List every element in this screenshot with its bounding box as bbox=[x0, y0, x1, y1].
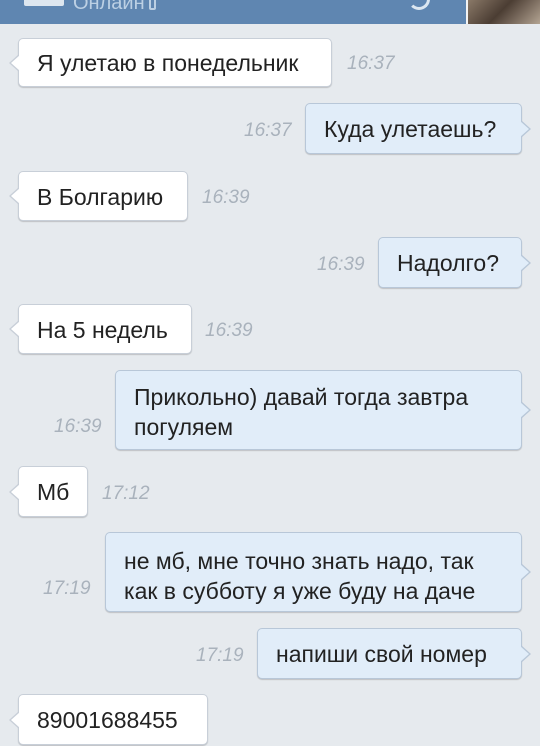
message-time: 16:37 bbox=[244, 120, 292, 141]
message-text: 89001688455 bbox=[37, 707, 178, 733]
message-text: напиши свой номер bbox=[276, 641, 487, 667]
message-bubble-outgoing[interactable]: Куда улетаешь? bbox=[305, 103, 531, 154]
back-button[interactable] bbox=[24, 0, 64, 6]
online-status-label: Онлайн bbox=[73, 0, 145, 14]
message-text: На 5 недель bbox=[37, 317, 168, 343]
message-bubble-incoming[interactable]: В Болгарию bbox=[9, 171, 188, 221]
message-time: 16:39 bbox=[317, 254, 365, 275]
message-time: 17:19 bbox=[43, 578, 91, 599]
message-text: Куда улетаешь? bbox=[324, 116, 497, 142]
message-time: 17:19 bbox=[196, 645, 244, 666]
message-time: 16:39 bbox=[205, 320, 253, 341]
message-time: 16:39 bbox=[54, 416, 102, 437]
message-time: 16:37 bbox=[347, 53, 395, 74]
message-bubble-incoming[interactable]: Мб bbox=[9, 466, 88, 517]
message-text: Мб bbox=[37, 479, 70, 505]
message-bubble-incoming[interactable]: 89001688455 bbox=[9, 694, 208, 745]
refresh-icon[interactable] bbox=[408, 0, 430, 10]
avatar[interactable] bbox=[466, 0, 540, 24]
message-text: В Болгарию bbox=[37, 184, 164, 210]
message-time: 16:39 bbox=[202, 187, 250, 208]
message-bubble-outgoing[interactable]: Прикольно) давай тогда завтра погуляем bbox=[115, 370, 531, 450]
message-bubble-outgoing[interactable]: Надолго? bbox=[378, 237, 531, 288]
online-status: Онлайн bbox=[73, 0, 156, 15]
message-text: Прикольно) давай тогда завтра погуляем bbox=[134, 384, 469, 440]
message-bubble-outgoing[interactable]: не мб, мне точно знать надо, так как в с… bbox=[105, 532, 531, 612]
message-bubble-incoming[interactable]: Я улетаю в понедельник bbox=[9, 38, 332, 87]
phone-icon bbox=[148, 0, 156, 10]
message-text: Я улетаю в понедельник bbox=[37, 50, 299, 76]
message-bubble-outgoing[interactable]: напиши свой номер bbox=[257, 628, 531, 679]
message-bubble-incoming[interactable]: На 5 недель bbox=[9, 304, 192, 354]
chat-header: Онлайн bbox=[0, 0, 540, 24]
message-time: 17:12 bbox=[102, 483, 150, 504]
message-text: Надолго? bbox=[397, 250, 499, 276]
message-text: не мб, мне точно знать надо, так как в с… bbox=[124, 548, 476, 604]
